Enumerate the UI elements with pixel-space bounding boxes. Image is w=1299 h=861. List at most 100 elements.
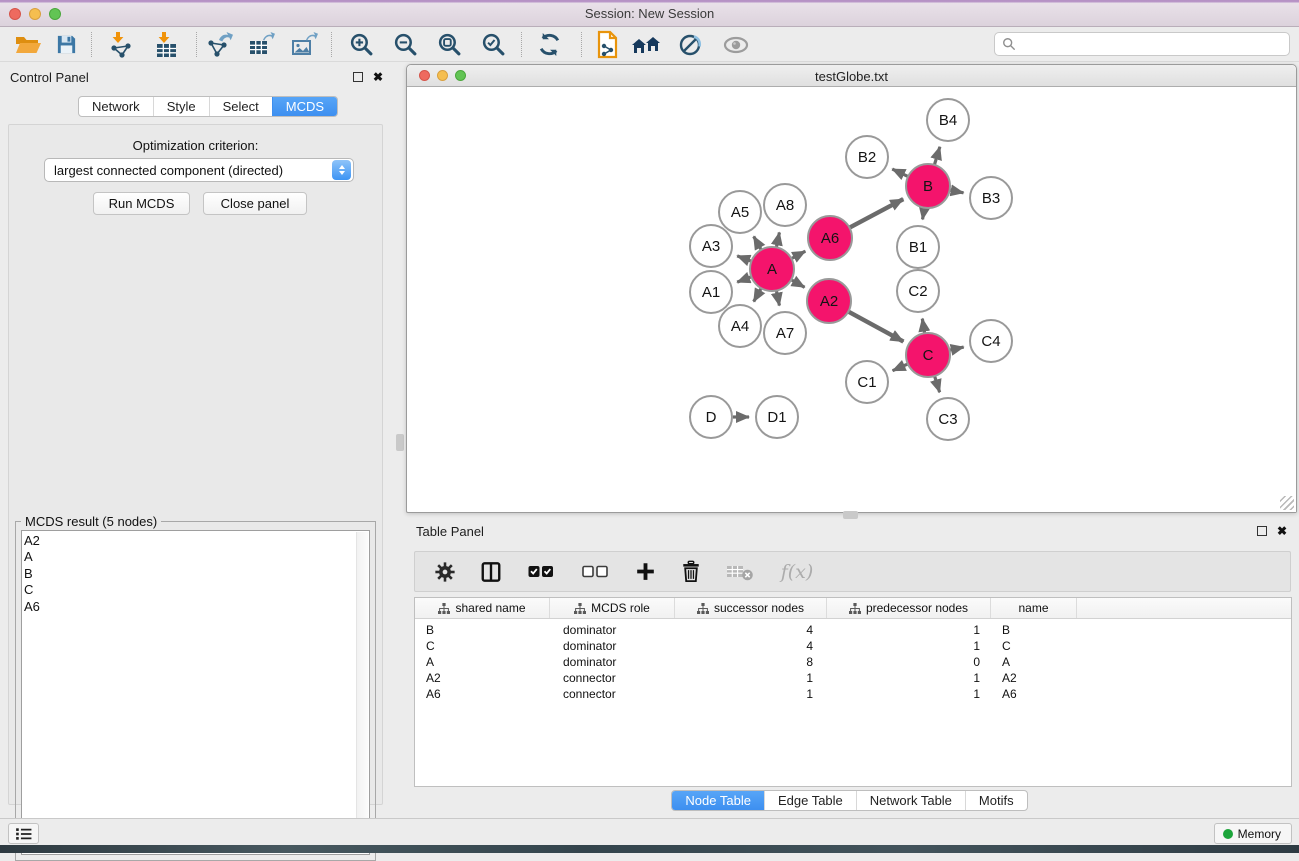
open-file-icon[interactable]	[10, 29, 46, 60]
function-builder-icon: f(x)	[777, 559, 817, 585]
new-network-from-selection-icon[interactable]	[590, 29, 626, 60]
close-table-panel-icon[interactable]: ✖	[1277, 526, 1287, 536]
tab-network-table[interactable]: Network Table	[856, 791, 965, 810]
desktop-background-strip	[0, 845, 1299, 853]
tab-node-table[interactable]: Node Table	[672, 791, 764, 810]
float-table-panel-icon[interactable]	[1257, 526, 1267, 536]
columns-icon[interactable]	[479, 559, 503, 585]
close-panel-icon[interactable]: ✖	[373, 72, 383, 82]
graph-edge-C-C4[interactable]	[949, 347, 963, 350]
zoom-selected-icon[interactable]	[475, 29, 511, 60]
mcds-result-item[interactable]: C	[24, 582, 356, 598]
column-header-shared-name[interactable]: shared name	[415, 598, 550, 618]
table-cell: dominator	[550, 623, 675, 637]
graph-edge-A-A5[interactable]	[754, 236, 762, 249]
zoom-fit-icon[interactable]	[431, 29, 467, 60]
graph-node-label: B3	[982, 190, 1000, 207]
export-network-icon[interactable]	[201, 29, 237, 60]
deselect-all-icon[interactable]	[579, 559, 611, 585]
zoom-in-icon[interactable]	[343, 29, 379, 60]
mcds-result-item[interactable]: A6	[24, 599, 356, 615]
refresh-layout-icon[interactable]	[531, 29, 567, 60]
search-input[interactable]	[1021, 37, 1289, 51]
zoom-out-icon[interactable]	[387, 29, 423, 60]
delete-icon[interactable]	[679, 559, 703, 585]
float-panel-icon[interactable]	[353, 72, 363, 82]
add-column-icon[interactable]	[633, 559, 657, 585]
table-row[interactable]: A2connector11A2	[415, 670, 1291, 686]
show-hide-icon[interactable]	[718, 29, 754, 60]
run-mcds-button[interactable]: Run MCDS	[93, 192, 190, 215]
tab-select[interactable]: Select	[209, 97, 272, 116]
mcds-result-item[interactable]: A2	[24, 533, 356, 549]
table-row[interactable]: A6connector11A6	[415, 686, 1291, 702]
tab-mcds[interactable]: MCDS	[272, 97, 337, 116]
save-session-icon[interactable]	[48, 29, 84, 60]
graph-edge-A2-C[interactable]	[848, 312, 903, 342]
graph-edge-A6-B[interactable]	[849, 199, 903, 228]
vertical-splitter-handle[interactable]	[396, 434, 404, 451]
graph-edge-B-B4[interactable]	[934, 147, 939, 165]
network-canvas[interactable]: B4B2BB3A8A5A6A3B1AA1C2A2A4A7C4CC1C3DD1	[408, 87, 1296, 512]
graph-node-label: C3	[938, 411, 957, 428]
network-window-titlebar[interactable]: testGlobe.txt	[407, 65, 1296, 87]
graph-edge-B-B1[interactable]	[923, 208, 925, 220]
tab-edge-table[interactable]: Edge Table	[764, 791, 856, 810]
column-header-successor-nodes[interactable]: successor nodes	[675, 598, 827, 618]
search-field[interactable]	[994, 32, 1290, 56]
table-row[interactable]: Cdominator41C	[415, 638, 1291, 654]
graph-node-label: B1	[909, 239, 927, 256]
tab-motifs[interactable]: Motifs	[965, 791, 1027, 810]
dropdown-arrows-icon	[332, 160, 351, 180]
table-cell: 1	[827, 639, 991, 653]
graph-node-label: A3	[702, 238, 720, 255]
list-scrollbar[interactable]	[356, 532, 368, 853]
import-table-icon[interactable]	[148, 29, 184, 60]
table-cell: 1	[827, 687, 991, 701]
close-panel-button[interactable]: Close panel	[203, 192, 307, 215]
column-header-name[interactable]: name	[991, 598, 1077, 618]
graph-node-label: C1	[857, 374, 876, 391]
graph-edge-A-A4[interactable]	[754, 288, 762, 301]
task-history-button[interactable]	[8, 823, 39, 844]
control-panel-tabs: NetworkStyleSelectMCDS	[78, 96, 338, 117]
mcds-result-list[interactable]: A2ABCA6	[21, 530, 370, 855]
graph-edge-C-C1[interactable]	[893, 364, 908, 371]
memory-button[interactable]: Memory	[1214, 823, 1292, 844]
table-cell: 1	[675, 687, 827, 701]
graph-edge-A-A7[interactable]	[776, 291, 779, 306]
graph-edge-C-C2[interactable]	[922, 319, 924, 334]
delete-table-icon[interactable]	[725, 559, 755, 585]
gear-icon[interactable]	[433, 559, 457, 585]
graph-node-label: B2	[858, 149, 876, 166]
tab-style[interactable]: Style	[153, 97, 209, 116]
graph-edge-A-A1[interactable]	[737, 277, 751, 282]
export-table-icon[interactable]	[243, 29, 279, 60]
graphics-details-icon[interactable]	[673, 29, 709, 60]
graph-edge-A-A6[interactable]	[791, 251, 805, 258]
application-window: Session: New Session	[0, 0, 1299, 853]
mcds-result-item[interactable]: A	[24, 549, 356, 565]
graph-edge-B-B2[interactable]	[892, 169, 908, 177]
first-neighbors-icon[interactable]	[629, 29, 665, 60]
select-all-icon[interactable]	[525, 559, 557, 585]
table-row[interactable]: Adominator80A	[415, 654, 1291, 670]
graph-edge-C-C3[interactable]	[935, 376, 940, 392]
column-header-mcds-role[interactable]: MCDS role	[550, 598, 675, 618]
graph-edge-A-A2[interactable]	[791, 280, 804, 288]
import-network-icon[interactable]	[103, 29, 139, 60]
graph-edge-A-A8[interactable]	[776, 232, 779, 247]
resize-grip[interactable]	[1280, 496, 1294, 510]
table-row[interactable]: Bdominator41B	[415, 622, 1291, 638]
attribute-tree-icon	[574, 603, 586, 614]
graph-edge-B-B3[interactable]	[950, 190, 964, 193]
graph-edge-A-A3[interactable]	[737, 256, 751, 261]
table-cell: dominator	[550, 655, 675, 669]
mcds-result-item[interactable]: B	[24, 566, 356, 582]
criterion-dropdown[interactable]: largest connected component (directed)	[44, 158, 354, 182]
table-panel-tabs: Node TableEdge TableNetwork TableMotifs	[671, 790, 1027, 811]
tab-network[interactable]: Network	[79, 97, 153, 116]
column-header-predecessor-nodes[interactable]: predecessor nodes	[827, 598, 991, 618]
export-image-icon[interactable]	[286, 29, 322, 60]
table-cell: A6	[415, 687, 550, 701]
